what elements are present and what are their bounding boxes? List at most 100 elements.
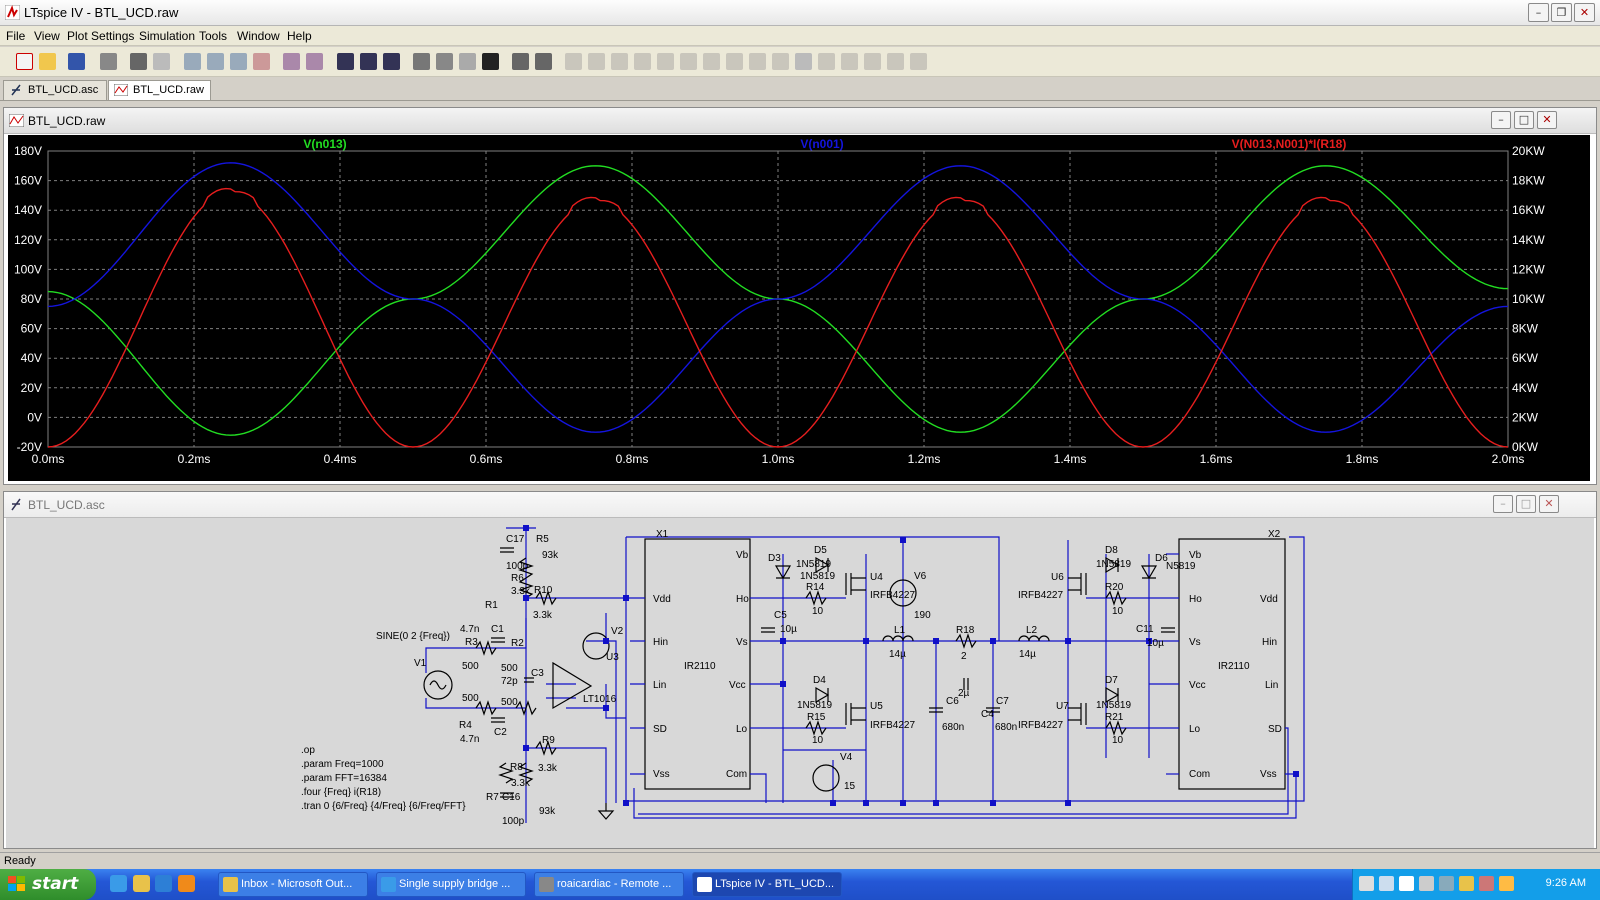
- schematic-label: U5: [870, 701, 883, 712]
- schematic-label: 680n: [995, 722, 1018, 733]
- zoom-cancel-icon[interactable]: [253, 53, 270, 70]
- schematic-label: R2: [511, 638, 524, 649]
- close-button[interactable]: ✕: [1574, 3, 1595, 22]
- spice-directives: .op .param Freq=1000 .param FFT=16384 .four…: [301, 744, 466, 814]
- task-browser[interactable]: Single supply bridge ...: [376, 872, 526, 897]
- resistor-icon[interactable]: [634, 53, 651, 70]
- schematic-label: Vcc: [729, 680, 746, 691]
- zoom-out-icon[interactable]: [230, 53, 247, 70]
- menu-simulation[interactable]: Simulation: [139, 29, 195, 43]
- component-icon[interactable]: [726, 53, 743, 70]
- schematic-label: IRFB4227: [1018, 720, 1064, 731]
- schematic-maximize-button[interactable]: □: [1516, 495, 1536, 513]
- task-ltspice[interactable]: LTspice IV - BTL_UCD...: [692, 872, 842, 897]
- schematic-minimize-button[interactable]: –: [1493, 495, 1513, 513]
- menu-tools[interactable]: Tools: [199, 29, 227, 43]
- spice-directive[interactable]: .param Freq=1000: [301, 758, 466, 772]
- save-icon[interactable]: [68, 53, 85, 70]
- capacitor-icon[interactable]: [657, 53, 674, 70]
- spice-directive[interactable]: .param FFT=16384: [301, 772, 466, 786]
- pick-visible-icon[interactable]: [306, 53, 323, 70]
- restore-button[interactable]: ❐: [1551, 3, 1572, 22]
- drag-icon[interactable]: [772, 53, 789, 70]
- menu-window[interactable]: Window: [237, 29, 280, 43]
- y-right-tick-label: 4KW: [1512, 381, 1539, 395]
- print-preview-icon[interactable]: [512, 53, 529, 70]
- print-icon[interactable]: [535, 53, 552, 70]
- zoom-pan-icon[interactable]: [207, 53, 224, 70]
- schematic-label: R3: [465, 637, 478, 648]
- outlook-icon[interactable]: [133, 875, 150, 892]
- draw-wire-icon[interactable]: [565, 53, 582, 70]
- waveform-plot[interactable]: 180V 20KW 160V 18KW 140V 16KW 120V 14KW 100V 12KW…: [8, 135, 1590, 481]
- diode-icon[interactable]: [703, 53, 720, 70]
- find-icon[interactable]: [482, 53, 499, 70]
- spice-directive[interactable]: .op: [301, 744, 466, 758]
- pan-icon[interactable]: [153, 53, 170, 70]
- waveform-close-button[interactable]: ✕: [1537, 111, 1557, 129]
- redo-icon[interactable]: [818, 53, 835, 70]
- network-icon[interactable]: [1359, 876, 1374, 891]
- autorange-icon[interactable]: [283, 53, 300, 70]
- mirror-icon[interactable]: [864, 53, 881, 70]
- control-panel-icon[interactable]: [100, 53, 117, 70]
- cut-icon[interactable]: [413, 53, 430, 70]
- paste-icon[interactable]: [459, 53, 476, 70]
- back-icon[interactable]: [1439, 876, 1454, 891]
- move-icon[interactable]: [749, 53, 766, 70]
- open-icon[interactable]: [39, 53, 56, 70]
- spice-directive[interactable]: .tran 0 {6/Freq} {4/Freq} {6/Freq/FFT}: [301, 800, 466, 814]
- task-outlook[interactable]: Inbox - Microsoft Out...: [218, 872, 368, 897]
- legend-label-2: V(N013,N001)*I(R18): [1232, 137, 1347, 151]
- ie-alt-icon[interactable]: [155, 875, 172, 892]
- schematic-label: 93k: [539, 806, 556, 817]
- zoom-in-icon[interactable]: [184, 53, 201, 70]
- run-icon[interactable]: [130, 53, 147, 70]
- schematic-label: V6: [914, 571, 927, 582]
- inductor-icon[interactable]: [680, 53, 697, 70]
- update-icon[interactable]: [1499, 876, 1514, 891]
- waveform-maximize-button[interactable]: □: [1514, 111, 1534, 129]
- copy-icon[interactable]: [436, 53, 453, 70]
- schematic-label: 10: [812, 606, 824, 617]
- schematic-label: Hin: [1262, 637, 1278, 648]
- security-icon[interactable]: [1479, 876, 1494, 891]
- rotate-icon[interactable]: [841, 53, 858, 70]
- menu-view[interactable]: View: [34, 29, 60, 43]
- schematic-label: 100p: [502, 816, 525, 827]
- spice-directive-icon[interactable]: [910, 53, 927, 70]
- start-button[interactable]: start: [0, 869, 96, 900]
- menu-help[interactable]: Help: [287, 29, 312, 43]
- undo-icon[interactable]: [795, 53, 812, 70]
- tab-raw[interactable]: BTL_UCD.raw: [108, 80, 211, 100]
- schematic-label: D7: [1105, 675, 1118, 686]
- cascade-icon[interactable]: [360, 53, 377, 70]
- vlc-icon[interactable]: [178, 875, 195, 892]
- menu-file[interactable]: File: [6, 29, 25, 43]
- app-title: LTspice IV - BTL_UCD.raw: [24, 5, 179, 20]
- ie-icon[interactable]: [110, 875, 127, 892]
- schematic-close-button[interactable]: ✕: [1539, 495, 1559, 513]
- schematic-label: C4: [981, 709, 994, 720]
- tile-vertical-icon[interactable]: [383, 53, 400, 70]
- schematic-label: R1: [485, 600, 498, 611]
- label-net-icon[interactable]: [611, 53, 628, 70]
- schematic-label: R10: [534, 585, 553, 596]
- schematic-label: R21: [1105, 712, 1124, 723]
- schematic-label: R5: [536, 534, 549, 545]
- help-icon[interactable]: [1399, 876, 1414, 891]
- schematic-canvas[interactable]: C17 100p R5 93k R6 3.3k R1 R10 3.3k 4.7n C1 R3 500 R2…: [6, 518, 1594, 848]
- monitor-icon[interactable]: [1379, 876, 1394, 891]
- minimize-button[interactable]: –: [1528, 3, 1549, 22]
- spice-directive[interactable]: .four {Freq} i(R18): [301, 786, 466, 800]
- tab-schematic[interactable]: BTL_UCD.asc: [3, 80, 107, 100]
- menu-plot-settings[interactable]: Plot Settings: [67, 29, 134, 43]
- task-remote[interactable]: roaicardiac - Remote ...: [534, 872, 684, 897]
- waveform-minimize-button[interactable]: –: [1491, 111, 1511, 129]
- text-icon[interactable]: [887, 53, 904, 70]
- outlook-tray-icon[interactable]: [1459, 876, 1474, 891]
- volume-icon[interactable]: [1419, 876, 1434, 891]
- ground-icon[interactable]: [588, 53, 605, 70]
- new-schematic-icon[interactable]: [16, 53, 33, 70]
- tile-horizontal-icon[interactable]: [337, 53, 354, 70]
